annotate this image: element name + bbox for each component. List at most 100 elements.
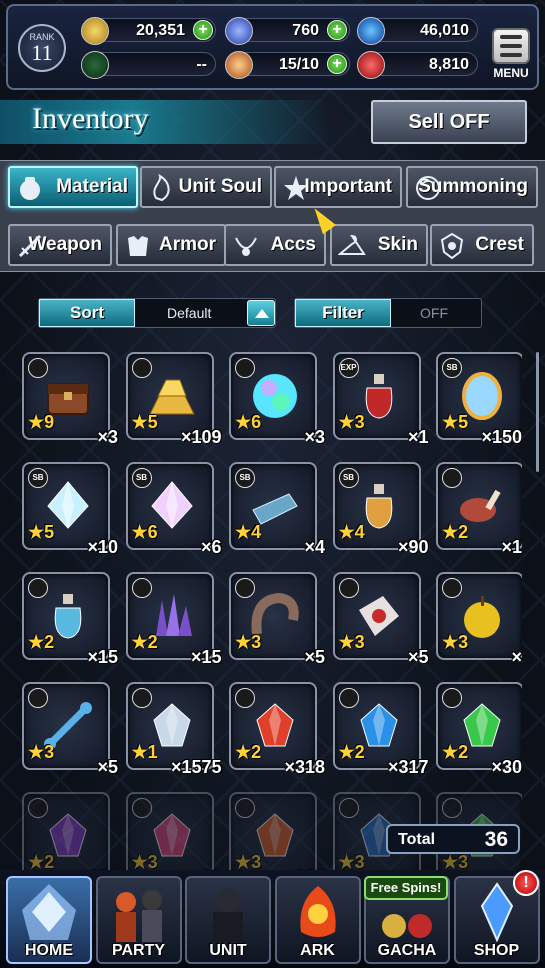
rank-value: 11 — [31, 40, 53, 65]
item-quantity: ×4 — [304, 537, 325, 557]
inventory-item[interactable]: SB ★5 ×10 — [22, 462, 118, 557]
inventory-item[interactable]: SB ★6 ×6 — [125, 462, 222, 557]
stamina-counter: 15/10 + — [225, 51, 350, 79]
inventory-item[interactable]: ★3×200 — [229, 792, 325, 872]
menu-button[interactable] — [492, 28, 530, 64]
item-rarity: ★2 — [131, 632, 158, 652]
inventory-item[interactable]: ★2 ×15 — [22, 572, 118, 667]
nav-unit[interactable]: UNIT — [185, 876, 271, 964]
inventory-item[interactable]: ★3 ×5 — [332, 572, 429, 667]
inventory-item[interactable]: EXP ★3 ×1 — [332, 352, 429, 447]
nav-party[interactable]: PARTY — [95, 876, 182, 964]
item-rarity: ★3 — [235, 852, 262, 872]
nav-label: ARK — [300, 942, 335, 959]
nav-label: PARTY — [111, 942, 166, 959]
rank-badge: RANK 11 — [18, 24, 66, 72]
inventory-item[interactable]: ★2×301 — [22, 792, 118, 872]
inventory-item[interactable]: ★2 ×303 — [436, 682, 522, 777]
tab-crest[interactable]: Crest — [430, 224, 534, 266]
nav-ark[interactable]: ARK — [274, 876, 361, 964]
sell-toggle-button[interactable]: Sell OFF — [371, 100, 527, 144]
sort-label: Sort — [39, 299, 135, 327]
lapis-value: 760 — [292, 22, 319, 39]
item-rarity: ★3 — [235, 632, 262, 652]
tab-skin[interactable]: Skin — [330, 224, 428, 266]
inventory-item[interactable]: ★1 ×1575 — [125, 682, 222, 777]
item-rarity: ★2 — [338, 742, 365, 762]
inventory-item[interactable]: ★9 ×3 — [22, 352, 118, 447]
scrollbar[interactable] — [536, 352, 539, 472]
inventory-item[interactable]: ★3 ×5 — [229, 572, 325, 667]
lapis-counter: 760 + — [225, 17, 350, 45]
inventory-item[interactable]: ★5 ×109 — [125, 352, 222, 447]
item-quantity: ×1 — [407, 427, 429, 447]
inventory-item[interactable]: ★2 ×318 — [229, 682, 325, 777]
tab-summoning[interactable]: Summoning — [406, 166, 538, 208]
inventory-item[interactable]: ★2 ×317 — [332, 682, 429, 777]
bottom-nav: HOME PARTY UNIT ARK GACHA SHOP — [0, 870, 545, 968]
stamina-value: 15/10 — [278, 56, 319, 73]
item-quantity: ×1575 — [170, 757, 222, 777]
item-quantity: ×6 — [200, 537, 222, 557]
item-quantity: ×15 — [190, 647, 222, 667]
item-rarity: ★5 — [28, 522, 55, 542]
add-stamina-button[interactable]: + — [327, 54, 347, 74]
add-gil-button[interactable]: + — [193, 20, 213, 40]
blue-orb-icon — [357, 17, 385, 45]
item-rarity: ★3 — [338, 412, 365, 432]
summon-icon — [414, 174, 442, 202]
tab-label: Material — [56, 176, 128, 197]
item-rarity: ★2 — [442, 742, 469, 762]
tab-accs[interactable]: Accs — [224, 224, 326, 266]
status-bar: RANK 11 20,351 + 760 + 46,010 -- 15/10 +… — [6, 4, 539, 90]
tab-label: Important — [304, 176, 392, 197]
unit-slot-value: -- — [196, 56, 207, 73]
filter-control[interactable]: Filter OFF — [294, 298, 482, 328]
armor-icon — [124, 232, 152, 260]
nav-home[interactable]: HOME — [6, 876, 92, 964]
sort-order-button[interactable] — [247, 300, 275, 326]
red-crystal-counter: 8,810 — [357, 51, 478, 79]
nav-label: HOME — [25, 942, 73, 959]
gil-icon — [81, 17, 109, 45]
item-rarity: ★3 — [131, 852, 158, 872]
item-rarity: ★2 — [235, 742, 262, 762]
tab-label: Skin — [377, 234, 418, 255]
tab-material[interactable]: Material — [8, 166, 138, 208]
nav-label: SHOP — [473, 942, 520, 959]
tab-important[interactable]: Important — [274, 166, 402, 208]
tab-label: Accs — [270, 234, 316, 255]
item-quantity: ×5 — [97, 757, 118, 777]
item-rarity: ★2 — [28, 632, 55, 652]
inventory-item[interactable]: ★3 ×5 — [436, 572, 522, 667]
total-count-box: Total 36 — [386, 824, 520, 854]
star-icon — [282, 174, 310, 202]
inventory-item[interactable]: SB ★4 ×90 — [332, 462, 429, 557]
lapis-icon — [225, 17, 253, 45]
inventory-item[interactable]: ★2 ×15 — [125, 572, 222, 667]
inventory-item[interactable]: SB ★4 ×4 — [229, 462, 325, 557]
hanger-icon — [337, 232, 366, 260]
add-lapis-button[interactable]: + — [327, 20, 347, 40]
item-quantity: ×90 — [397, 537, 429, 557]
item-rarity: ★4 — [338, 522, 365, 542]
filter-value: OFF — [420, 305, 448, 321]
free-spins-badge: Free Spins! — [364, 876, 448, 900]
page-title: Inventory — [32, 102, 149, 135]
gil-counter: 20,351 + — [81, 17, 216, 45]
item-rarity: ★3 — [338, 632, 365, 652]
item-quantity: ×317 — [387, 757, 429, 777]
gil-value: 20,351 — [136, 22, 185, 39]
inventory-item[interactable]: ★3 ×5 — [22, 682, 118, 777]
inventory-item[interactable]: ★6 ×3 — [229, 352, 325, 447]
item-quantity: ×10 — [87, 537, 118, 557]
inventory-grid: ★9×3★5×109★6×3EXP★3×1SB★5×1500SB★5×10SB★… — [22, 352, 522, 872]
inventory-item[interactable]: ★2 ×15 — [436, 462, 522, 557]
inventory-item[interactable]: SB★5×1500 — [436, 352, 522, 447]
sort-control[interactable]: Sort Default — [38, 298, 276, 328]
tab-unit-soul[interactable]: Unit Soul — [140, 166, 272, 208]
sword-icon — [16, 232, 44, 260]
inventory-item[interactable]: ★3×10 — [125, 792, 222, 872]
tab-weapon[interactable]: Weapon — [8, 224, 112, 266]
tab-armor[interactable]: Armor — [116, 224, 226, 266]
